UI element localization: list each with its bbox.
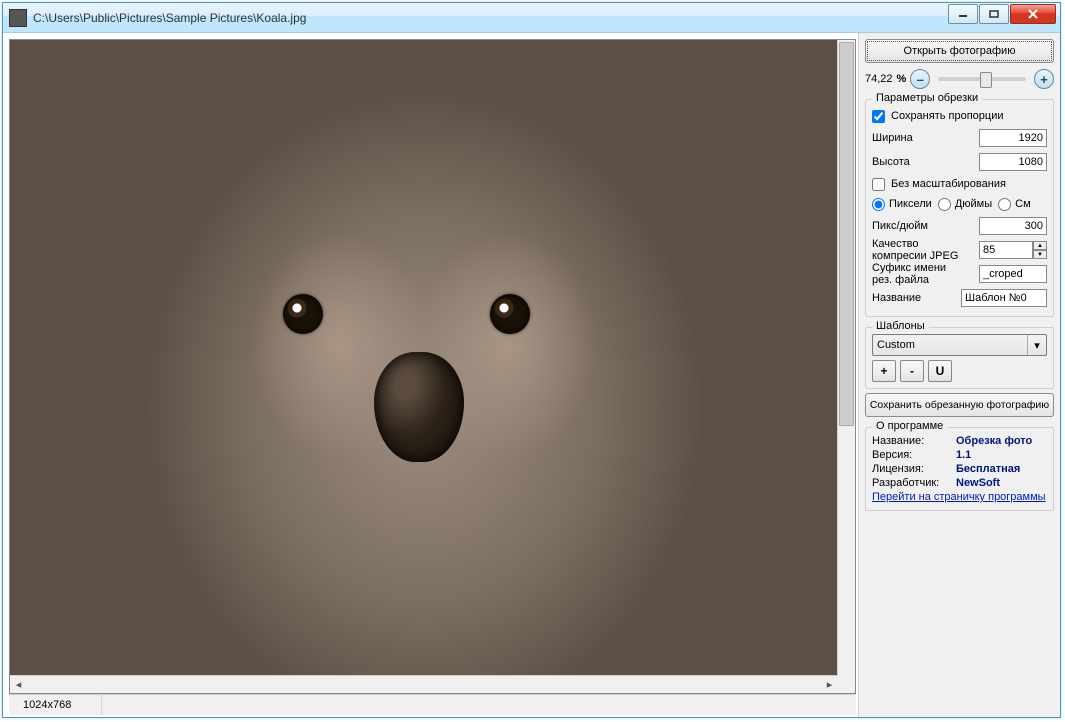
close-button[interactable] [1010, 4, 1056, 24]
vertical-scrollbar[interactable] [837, 40, 855, 676]
template-remove-button[interactable]: - [900, 360, 924, 382]
statusbar: 1024x768 [9, 694, 856, 715]
titlebar: C:\Users\Public\Pictures\Sample Pictures… [3, 3, 1060, 33]
height-label: Высота [872, 156, 973, 168]
zoom-value: 74,22 [865, 73, 893, 85]
app-icon [9, 9, 27, 27]
about-homepage-link[interactable]: Перейти на страничку программы [872, 491, 1046, 503]
percent-label: % [897, 73, 907, 85]
keep-proportions-label: Сохранять пропорции [891, 110, 1004, 122]
ppi-label: Пикс/дюйм [872, 220, 973, 232]
side-panel: Открыть фотографию 74,22 % – + Параметры… [858, 33, 1060, 717]
templates-group: Шаблоны Custom ▾ + - U [865, 327, 1054, 389]
about-version-value: 1.1 [956, 449, 971, 461]
templates-dropdown[interactable]: Custom ▾ [872, 334, 1047, 356]
ppi-field[interactable] [979, 217, 1047, 235]
photo-preview [10, 40, 838, 676]
units-cm-radio[interactable] [998, 198, 1011, 211]
units-inches-label: Дюймы [955, 198, 992, 210]
template-update-button[interactable]: U [928, 360, 952, 382]
chevron-down-icon: ▾ [1027, 335, 1046, 355]
jpeg-spin-down-button[interactable]: ▼ [1033, 250, 1047, 259]
about-version-label: Версия: [872, 449, 950, 461]
jpeg-spin-up-button[interactable]: ▲ [1033, 241, 1047, 250]
jpeg-quality-field[interactable] [979, 241, 1033, 259]
no-scaling-label: Без масштабирования [891, 178, 1006, 190]
status-dimensions: 1024x768 [15, 695, 102, 715]
save-cropped-button[interactable]: Сохранить обрезанную фотографию [865, 393, 1054, 417]
image-viewport: ◂ ▸ [9, 39, 856, 694]
horizontal-scrollbar[interactable]: ◂ ▸ [10, 675, 838, 693]
templates-group-title: Шаблоны [872, 320, 929, 332]
units-inches-radio[interactable] [938, 198, 951, 211]
scroll-left-icon[interactable]: ◂ [10, 676, 27, 693]
zoom-slider[interactable] [938, 77, 1026, 81]
width-field[interactable] [979, 129, 1047, 147]
app-window: C:\Users\Public\Pictures\Sample Pictures… [2, 2, 1061, 718]
zoom-in-button[interactable]: + [1034, 69, 1054, 89]
about-license-value: Бесплатная [956, 463, 1020, 475]
jpeg-quality-label: Качествокомпресии JPEG [872, 238, 973, 262]
width-label: Ширина [872, 132, 973, 144]
templates-selected: Custom [877, 339, 915, 351]
units-pixels-radio[interactable] [872, 198, 885, 211]
about-license-label: Лицензия: [872, 463, 950, 475]
scroll-right-icon[interactable]: ▸ [821, 676, 838, 693]
about-group-title: О программе [872, 420, 947, 432]
window-title: C:\Users\Public\Pictures\Sample Pictures… [33, 11, 306, 25]
about-dev-label: Разработчик: [872, 477, 950, 489]
maximize-button[interactable] [979, 4, 1009, 24]
crop-group-title: Параметры обрезки [872, 92, 982, 104]
crop-params-group: Параметры обрезки Сохранять пропорции Ши… [865, 99, 1054, 317]
image-content[interactable] [10, 40, 838, 676]
about-name-label: Название: [872, 435, 950, 447]
suffix-label: Суфикс именирез. файла [872, 262, 973, 286]
template-name-field[interactable] [961, 289, 1047, 307]
no-scaling-checkbox[interactable] [872, 178, 885, 191]
units-cm-label: См [1015, 198, 1031, 210]
open-photo-button[interactable]: Открыть фотографию [865, 39, 1054, 63]
suffix-field[interactable] [979, 265, 1047, 283]
template-add-button[interactable]: + [872, 360, 896, 382]
minimize-button[interactable] [948, 4, 978, 24]
height-field[interactable] [979, 153, 1047, 171]
about-name-value: Обрезка фото [956, 435, 1032, 447]
zoom-out-button[interactable]: – [910, 69, 930, 89]
about-group: О программе Название:Обрезка фото Версия… [865, 427, 1054, 511]
keep-proportions-checkbox[interactable] [872, 110, 885, 123]
units-pixels-label: Пиксели [889, 198, 932, 210]
template-name-label: Название [872, 292, 955, 304]
about-dev-value: NewSoft [956, 477, 1000, 489]
image-panel: ◂ ▸ 1024x768 [3, 33, 858, 717]
